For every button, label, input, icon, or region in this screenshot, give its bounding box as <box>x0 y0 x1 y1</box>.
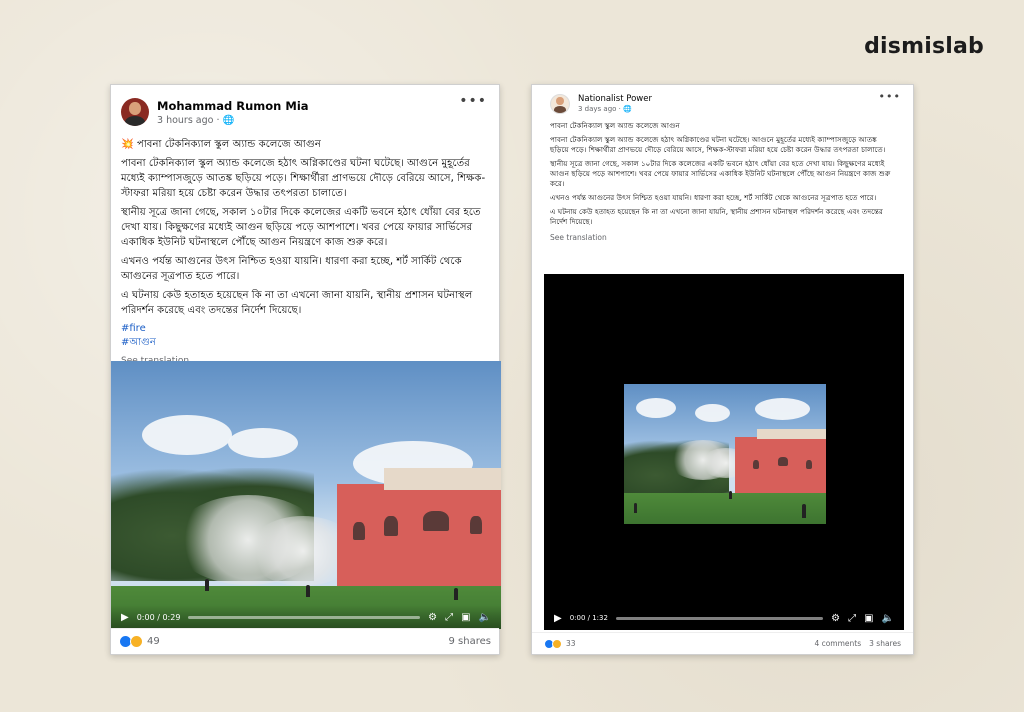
settings-icon[interactable]: ⚙ <box>831 613 840 624</box>
headline: পাবনা টেকনিক্যাল স্কুল অ্যান্ড কলেজে আগু… <box>550 121 680 130</box>
picture-in-picture-icon[interactable]: ▣ <box>461 612 470 623</box>
reactions[interactable]: 33 <box>544 638 576 649</box>
author-block: Nationalist Power 3 days ago · 🌐 <box>578 94 652 113</box>
settings-icon[interactable]: ⚙ <box>428 612 437 623</box>
cloud <box>636 398 677 418</box>
avatar-body <box>553 106 567 113</box>
sad-reaction-icon <box>552 638 562 649</box>
post-time-text: 3 days ago · <box>578 105 624 113</box>
avatar-face <box>556 97 564 106</box>
person <box>306 584 310 597</box>
post-time[interactable]: 3 hours ago · 🌐 <box>157 115 309 126</box>
cloud <box>694 403 730 422</box>
person <box>204 579 209 592</box>
post-header: Mohammad Rumon Mia 3 hours ago · 🌐 ••• <box>111 85 499 129</box>
cloud <box>142 414 233 455</box>
video-progress-bar[interactable] <box>615 616 824 620</box>
play-icon[interactable]: ▶ <box>554 613 562 624</box>
fullscreen-icon[interactable]: ⤢ <box>848 613 856 624</box>
reactions-count: 49 <box>147 636 160 647</box>
shares-count[interactable]: 9 shares <box>449 636 491 647</box>
video-frame <box>111 361 501 629</box>
author-block: Mohammad Rumon Mia 3 hours ago · 🌐 <box>157 99 309 126</box>
window <box>384 516 398 537</box>
more-options-icon[interactable]: ••• <box>459 94 487 108</box>
paragraph: পাবনা টেকনিক্যাল স্কুল অ্যান্ড কলেজে হঠা… <box>121 158 486 199</box>
avatar-face <box>129 102 141 115</box>
volume-icon[interactable]: 🔈 <box>882 613 894 624</box>
avatar-body <box>125 116 145 126</box>
video-progress-bar[interactable] <box>188 615 421 619</box>
person <box>634 502 638 513</box>
building-cornice <box>384 468 501 490</box>
paragraph: এখনও পর্যন্ত আগুনের উৎস নিশ্চিত হওয়া যা… <box>550 193 877 202</box>
picture-in-picture-icon[interactable]: ▣ <box>864 613 873 624</box>
video-controls: ▶ 0:00 / 0:29 ⚙ ⤢ ▣ 🔈 <box>111 605 501 629</box>
globe-icon: 🌐 <box>623 105 632 113</box>
author-name[interactable]: Mohammad Rumon Mia <box>157 99 309 113</box>
fullscreen-icon[interactable]: ⤢ <box>445 612 453 623</box>
person <box>729 490 733 499</box>
reactions-count: 33 <box>566 639 576 648</box>
avatar[interactable] <box>550 93 570 114</box>
window <box>777 456 788 466</box>
paragraph: স্থানীয় সূত্রে জানা গেছে, সকাল ১০টার দি… <box>121 207 481 248</box>
window <box>753 459 760 469</box>
cloud <box>755 398 811 420</box>
video-controls: ▶ 0:00 / 1:32 ⚙ ⤢ ▣ 🔈 <box>544 606 904 630</box>
paragraph: পাবনা টেকনিক্যাল স্কুল অ্যান্ড কলেজে হঠা… <box>550 135 886 154</box>
hashtag-agun[interactable]: #আগুন <box>121 336 489 350</box>
window <box>805 459 812 469</box>
paragraph: এ ঘটনায় কেউ হতাহত হয়েছেন কি না তা এখনো… <box>550 207 883 226</box>
post-time[interactable]: 3 days ago · 🌐 <box>578 105 652 113</box>
video-time: 0:00 / 0:29 <box>136 612 181 622</box>
window <box>352 521 365 540</box>
explosion-icon: 💥 <box>121 139 134 150</box>
building-cornice <box>757 428 826 439</box>
video-time: 0:00 / 1:32 <box>569 614 608 622</box>
reactions[interactable]: 49 <box>119 635 160 648</box>
headline: 💥 পাবনা টেকনিক্যাল স্কুল অ্যান্ড কলেজে আ… <box>121 137 489 152</box>
paragraph: এখনও পর্যন্ত আগুনের উৎস নিশ্চিত হওয়া যা… <box>121 256 462 282</box>
hashtag-fire[interactable]: #fire <box>121 322 489 336</box>
shares-count[interactable]: 3 shares <box>869 639 901 648</box>
play-icon[interactable]: ▶ <box>121 612 129 623</box>
engagement-stats: 4 comments 3 shares <box>814 639 901 648</box>
comments-count[interactable]: 4 comments <box>814 639 861 648</box>
paragraph: স্থানীয় সূত্রে জানা গেছে, সকাল ১০টার দি… <box>550 159 891 188</box>
control-icons: ⚙ ⤢ ▣ 🔈 <box>428 612 491 623</box>
video-player[interactable]: ▶ 0:00 / 1:32 ⚙ ⤢ ▣ 🔈 <box>544 274 904 630</box>
person <box>801 504 806 519</box>
post-header: Nationalist Power 3 days ago · 🌐 ••• <box>532 85 913 115</box>
cloud <box>228 428 298 458</box>
post-time-text: 3 hours ago · <box>157 114 223 126</box>
author-name[interactable]: Nationalist Power <box>578 94 652 104</box>
left-facebook-post: Mohammad Rumon Mia 3 hours ago · 🌐 ••• 💥… <box>110 84 501 655</box>
avatar[interactable] <box>121 98 149 126</box>
video-frame <box>624 384 826 524</box>
globe-icon: 🌐 <box>222 114 235 126</box>
lawn <box>624 493 826 524</box>
window <box>423 511 449 532</box>
volume-icon[interactable]: 🔈 <box>479 612 491 623</box>
headline-text: পাবনা টেকনিক্যাল স্কুল অ্যান্ড কলেজে আগু… <box>133 139 321 150</box>
building <box>337 484 501 597</box>
sad-reaction-icon <box>130 635 143 648</box>
window <box>469 516 482 535</box>
post-body: পাবনা টেকনিক্যাল স্কুল অ্যান্ড কলেজে আগু… <box>532 115 913 227</box>
see-translation-link[interactable]: See translation <box>532 231 913 244</box>
post-body: 💥 পাবনা টেকনিক্যাল স্কুল অ্যান্ড কলেজে আ… <box>111 129 499 350</box>
video-player[interactable]: ▶ 0:00 / 0:29 ⚙ ⤢ ▣ 🔈 <box>111 361 501 629</box>
control-icons: ⚙ ⤢ ▣ 🔈 <box>831 613 894 624</box>
paragraph: এ ঘটনায় কেউ হতাহত হয়েছেন কি না তা এখনো… <box>121 290 473 316</box>
brand-logo: dismislab <box>864 34 984 59</box>
more-options-icon[interactable]: ••• <box>879 91 901 102</box>
post-footer: 33 4 comments 3 shares <box>532 632 913 654</box>
person <box>454 587 459 600</box>
right-facebook-post: Nationalist Power 3 days ago · 🌐 ••• পাব… <box>531 84 914 655</box>
post-footer: 49 9 shares <box>111 628 499 654</box>
